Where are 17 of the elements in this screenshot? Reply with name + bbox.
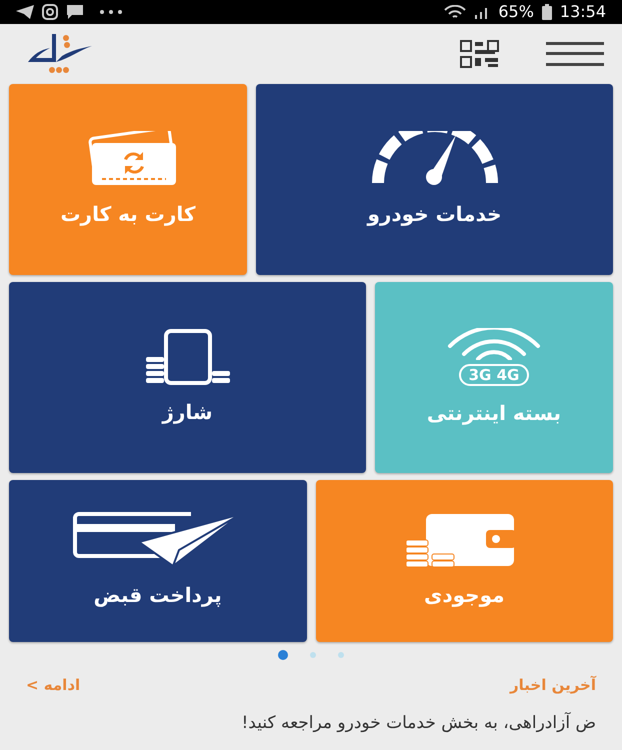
qr-code-icon[interactable] (460, 40, 500, 68)
camera-icon (42, 4, 58, 20)
battery-icon (542, 4, 552, 20)
news-heading: آخرین اخبار (510, 674, 596, 696)
wifi-icon (447, 328, 541, 360)
service-tile[interactable]: پرداخت قبض (9, 480, 306, 642)
message-icon (66, 4, 84, 20)
service-tile[interactable]: خدمات خودرو (256, 84, 613, 275)
wifi-icon (444, 5, 466, 19)
news-text[interactable]: ض آزادراهی، به بخش خدمات خودرو مراجعه کنید! (241, 710, 596, 736)
service-tile[interactable]: شارژ (9, 282, 366, 473)
battery-percent: 65% (498, 1, 534, 23)
more-icon (100, 10, 122, 14)
clock: 13:54 (560, 1, 606, 23)
menu-icon[interactable] (546, 42, 604, 66)
send-icon (16, 5, 34, 19)
network-badge: 3G 4G (458, 364, 530, 386)
